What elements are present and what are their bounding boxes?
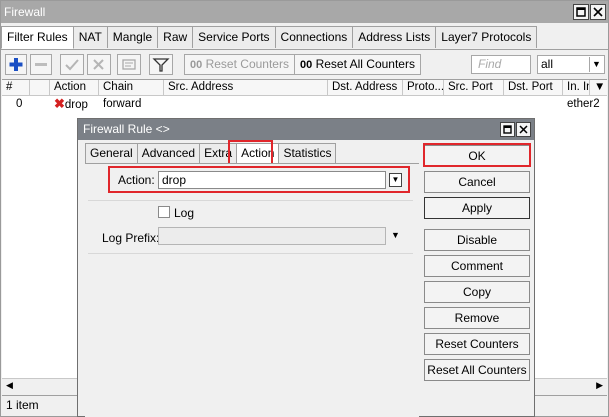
action-panel xyxy=(85,163,419,417)
scroll-right-icon[interactable]: ▶ xyxy=(596,380,603,391)
drop-icon: ✖ xyxy=(54,96,65,111)
row-action: ✖drop xyxy=(54,96,88,111)
tab-filter-rules[interactable]: Filter Rules xyxy=(1,26,74,49)
action-select[interactable]: drop xyxy=(158,171,386,189)
row-number: 0 xyxy=(16,98,23,110)
ok-button-highlight xyxy=(423,143,531,167)
tab-connections[interactable]: Connections xyxy=(274,26,354,48)
cancel-button[interactable]: Cancel xyxy=(424,171,530,193)
tab-mangle[interactable]: Mangle xyxy=(106,26,159,48)
divider xyxy=(88,200,413,201)
filter-icon[interactable] xyxy=(149,54,173,75)
reset-counters-button[interactable]: 00 Reset Counters xyxy=(184,54,295,75)
remove-button[interactable]: Remove xyxy=(424,307,530,329)
dialog-close-icon[interactable] xyxy=(516,122,531,137)
log-prefix-input[interactable] xyxy=(158,227,386,245)
filter-select[interactable]: all ▼ xyxy=(537,55,605,74)
tab-service-ports[interactable]: Service Ports xyxy=(192,26,276,48)
tab-nat[interactable]: NAT xyxy=(72,26,108,48)
reset-counters-label: Reset Counters xyxy=(205,57,289,71)
log-prefix-dropdown-icon[interactable]: ▼ xyxy=(391,230,400,240)
action-dropdown-icon[interactable]: ▼ xyxy=(389,173,402,187)
log-prefix-label: Log Prefix: xyxy=(102,231,160,245)
comment-icon[interactable] xyxy=(117,54,141,75)
add-icon[interactable] xyxy=(5,54,27,75)
find-input[interactable]: Find xyxy=(471,55,531,74)
column-menu-icon[interactable]: ▼ xyxy=(590,80,607,96)
apply-button[interactable]: Apply xyxy=(424,197,530,219)
col-protocol[interactable]: Proto... xyxy=(403,80,444,96)
log-checkbox[interactable] xyxy=(158,206,170,218)
tab-layer7-protocols[interactable]: Layer7 Protocols xyxy=(435,26,538,48)
firewall-rule-dialog: Firewall Rule <> General Advanced Extra … xyxy=(77,118,535,417)
scroll-left-icon[interactable]: ◀ xyxy=(6,380,13,391)
col-src-address[interactable]: Src. Address xyxy=(164,80,328,96)
col-dst-port[interactable]: Dst. Port xyxy=(504,80,563,96)
tab-general[interactable]: General xyxy=(85,143,138,163)
disable-icon[interactable] xyxy=(87,54,111,75)
reset-all-counters-dialog-button[interactable]: Reset All Counters xyxy=(424,359,530,381)
reset-all-counters-button[interactable]: 00 Reset All Counters xyxy=(294,54,421,75)
remove-icon[interactable] xyxy=(30,54,52,75)
filter-select-value: all xyxy=(541,57,554,71)
close-icon[interactable] xyxy=(590,4,606,20)
row-in-interface: ether2 xyxy=(567,98,600,110)
window-title: Firewall xyxy=(4,5,46,19)
table-header: # Action Chain Src. Address Dst. Address… xyxy=(2,80,607,96)
row-chain: forward xyxy=(103,98,142,110)
col-in-interface[interactable]: In. In xyxy=(563,80,590,96)
window-titlebar: Firewall xyxy=(1,1,608,23)
log-label: Log xyxy=(174,206,195,220)
tab-raw[interactable]: Raw xyxy=(157,26,194,48)
col-number[interactable]: # xyxy=(2,80,30,96)
chevron-down-icon: ▼ xyxy=(589,57,603,72)
maximize-icon[interactable] xyxy=(573,4,589,20)
col-dst-address[interactable]: Dst. Address xyxy=(328,80,403,96)
counter-icon: 00 xyxy=(190,59,203,71)
reset-counters-dialog-button[interactable]: Reset Counters xyxy=(424,333,530,355)
counter-icon: 00 xyxy=(300,59,313,71)
reset-all-counters-label: Reset All Counters xyxy=(315,57,415,71)
divider xyxy=(88,253,413,254)
col-chain[interactable]: Chain xyxy=(99,80,164,96)
action-select-value: drop xyxy=(162,173,187,187)
dialog-titlebar: Firewall Rule <> xyxy=(78,119,534,140)
col-flags[interactable] xyxy=(30,80,50,96)
dialog-tabs: General Advanced Extra Action Statistics xyxy=(85,143,337,163)
comment-button[interactable]: Comment xyxy=(424,255,530,277)
enable-icon[interactable] xyxy=(60,54,84,75)
firewall-tabs: Filter Rules NAT Mangle Raw Service Port… xyxy=(1,26,538,49)
disable-button[interactable]: Disable xyxy=(424,229,530,251)
copy-button[interactable]: Copy xyxy=(424,281,530,303)
item-count: 1 item xyxy=(6,398,39,412)
dialog-title: Firewall Rule <> xyxy=(83,122,170,136)
dialog-maximize-icon[interactable] xyxy=(500,122,515,137)
tab-advanced[interactable]: Advanced xyxy=(136,143,201,163)
tab-statistics[interactable]: Statistics xyxy=(278,143,337,163)
tab-address-lists[interactable]: Address Lists xyxy=(352,26,437,48)
col-action[interactable]: Action xyxy=(50,80,99,96)
col-src-port[interactable]: Src. Port xyxy=(444,80,504,96)
action-label: Action: xyxy=(118,173,155,187)
